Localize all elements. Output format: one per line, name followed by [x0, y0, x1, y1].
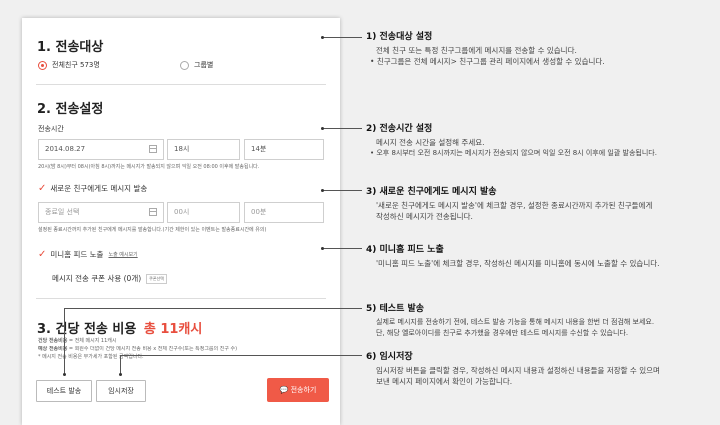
leader-line-3	[322, 190, 362, 191]
checkmark-icon[interactable]: ✓	[38, 183, 46, 194]
section-3-title: 건당 전송 비용	[55, 322, 137, 337]
divider	[36, 298, 326, 299]
new-friends-label: 새로운 친구에게도 메시지 발송	[50, 184, 148, 193]
minihome-checkbox[interactable]: ✓ 미니홈 피드 노출 노출 예시보기	[38, 249, 138, 260]
send-time-help: 20시(밤 8시)부터 08시(아침 8시)까지는 메시지가 발송되지 않으며 …	[38, 164, 260, 170]
minihome-example-link[interactable]: 노출 예시보기	[108, 251, 137, 258]
date-field[interactable]: 2014.08.27	[38, 139, 164, 160]
end-hour-value: 00시	[174, 208, 190, 216]
divider	[36, 84, 326, 85]
leader-dot-5	[63, 373, 66, 376]
note-2-text: 메시지 전송 시간을 설정해 주세요.	[376, 138, 485, 147]
radio-all-friends[interactable]: 전체친구 573명	[38, 60, 100, 70]
end-date-field[interactable]: 종료일 선택	[38, 202, 164, 223]
section-1-heading: 1. 전송대상	[37, 36, 103, 55]
note-3: 3) 새로운 친구에게도 메시지 발송 '새로운 친구에게도 메시지 발송'에 …	[366, 184, 716, 222]
leader-line-4	[322, 248, 362, 249]
note-1-bullet: 친구그룹은 전체 메시지> 친구그룹 관리 페이지에서 생성할 수 있습니다.	[366, 56, 716, 67]
send-button[interactable]: 💬 전송하기	[267, 378, 329, 402]
note-4-text: '미니홈 피드 노출'에 체크할 경우, 작성하신 메시지를 미니홈에 동시에 …	[376, 259, 660, 268]
note-2: 2) 전송시간 설정 메시지 전송 시간을 설정해 주세요. 오후 8시부터 오…	[366, 121, 716, 159]
leader-line-2	[322, 128, 362, 129]
leader-dot-2	[321, 127, 324, 130]
leader-line-6	[120, 355, 362, 356]
note-1: 1) 전송대상 설정 전체 친구 또는 특정 친구그룹에게 메시지를 전송할 수…	[366, 29, 716, 67]
end-hour-select[interactable]: 00시	[167, 202, 240, 223]
leader-dot-6	[119, 373, 122, 376]
cost-per-message: 건당 전송비용 = 전체 메시지 11캐시	[38, 338, 116, 345]
note-5-text-1: 실제로 메시지를 전송하기 전에, 테스트 발송 기능을 통해 메시지 내용을 …	[376, 318, 655, 326]
section-2-heading: 2. 전송설정	[37, 98, 103, 117]
send-button-label: 전송하기	[290, 386, 317, 394]
hour-value: 18시	[174, 145, 190, 153]
radio-by-group[interactable]: 그룹별	[180, 60, 213, 70]
leader-dot-3	[321, 189, 324, 192]
coupon-select-button[interactable]: 쿠폰선택	[146, 273, 167, 284]
section-1-title: 전송대상	[55, 40, 104, 55]
note-5: 5) 테스트 발송 실제로 메시지를 전송하기 전에, 테스트 발송 기능을 통…	[366, 301, 716, 339]
coupon-row: 메시지 전송 쿠폰 사용 (0개) 쿠폰선택	[52, 273, 167, 284]
checkmark-icon[interactable]: ✓	[38, 249, 46, 260]
radio-all-label: 전체친구 573명	[52, 61, 100, 69]
message-settings-panel: 1. 전송대상 전체친구 573명 그룹별 2. 전송설정 전송시간 2014.…	[22, 18, 340, 425]
estimated-cost: 예상 전송비용 = 회원수 더없이 건당 메시지 전송 비용 x 전체 친구수(…	[38, 346, 333, 353]
leader-dot-1	[321, 36, 324, 39]
cost-per-message-value: = 전체 메시지 11캐시	[67, 338, 117, 344]
send-time-label: 전송시간	[38, 125, 64, 133]
note-1-text: 전체 친구 또는 특정 친구그룹에게 메시지를 전송할 수 있습니다.	[376, 46, 577, 55]
coupon-label: 메시지 전송 쿠폰 사용 (0개)	[52, 274, 142, 283]
minihome-label: 미니홈 피드 노출	[50, 250, 104, 259]
end-minute-select[interactable]: 00분	[244, 202, 324, 223]
end-minute-value: 00분	[251, 208, 267, 216]
note-5-title: 5) 테스트 발송	[366, 304, 425, 314]
leader-line-6-vertical	[120, 355, 121, 374]
date-value: 2014.08.27	[45, 145, 86, 153]
end-date-placeholder: 종료일 선택	[45, 208, 80, 216]
cost-per-message-label: 건당 전송비용	[38, 338, 68, 344]
radio-group-icon[interactable]	[180, 60, 189, 70]
estimated-cost-label: 예상 전송비용	[38, 346, 68, 352]
section-3-heading: 3. 건당 전송 비용 총 11캐시	[37, 318, 202, 337]
test-send-button[interactable]: 테스트 발송	[36, 380, 92, 402]
temp-save-button[interactable]: 임시저장	[96, 380, 146, 402]
note-2-bullet: 오후 8시부터 오전 8시까지는 메시지가 전송되지 않으며 익일 오전 8시 …	[366, 148, 716, 159]
note-6-text-1: 임시저장 버튼을 클릭할 경우, 작성하신 메시지 내용과 설정하신 내용들을 …	[376, 366, 660, 375]
note-5-text-2: 단, 해당 옐로아이디를 친구로 추가했을 경우에만 테스트 메시지를 수신할 …	[376, 329, 629, 337]
hour-select[interactable]: 18시	[167, 139, 240, 160]
note-2-title: 2) 전송시간 설정	[366, 124, 433, 134]
note-3-title: 3) 새로운 친구에게도 메시지 발송	[366, 187, 497, 197]
section-2-title: 전송설정	[55, 102, 104, 117]
new-friends-checkbox[interactable]: ✓ 새로운 친구에게도 메시지 발송	[38, 183, 147, 194]
note-4-title: 4) 미니홈 피드 노출	[366, 245, 444, 255]
chat-bubble-icon: 💬	[279, 386, 289, 394]
note-6-text-2: 보낸 메시지 페이지에서 확인이 가능합니다.	[376, 377, 513, 386]
new-friends-help: 설정된 종료시간까지 추가된 친구에게 메시지를 발송합니다.(기간 제한이 있…	[38, 227, 267, 233]
leader-line-5	[64, 308, 362, 309]
calendar-icon[interactable]	[149, 145, 157, 153]
minute-value: 14분	[251, 145, 267, 153]
note-6: 6) 임시저장 임시저장 버튼을 클릭할 경우, 작성하신 메시지 내용과 설정…	[366, 349, 716, 387]
total-cost: 총 11캐시	[143, 322, 203, 337]
note-6-title: 6) 임시저장	[366, 352, 413, 362]
estimated-cost-formula: = 회원수 더없이 건당 메시지 전송 비용 x 전체 친구수(또는 특정그룹의…	[67, 346, 238, 352]
section-2-number: 2.	[37, 102, 51, 117]
radio-group-label: 그룹별	[194, 61, 214, 69]
section-1-number: 1.	[37, 40, 51, 55]
minute-select[interactable]: 14분	[244, 139, 324, 160]
section-3-number: 3.	[37, 322, 51, 337]
note-3-text-1: '새로운 친구에게도 메시지 발송'에 체크할 경우, 설정한 종료시간까지 추…	[376, 201, 653, 210]
note-3-text-2: 작성하신 메시지가 전송됩니다.	[376, 212, 473, 221]
note-4: 4) 미니홈 피드 노출 '미니홈 피드 노출'에 체크할 경우, 작성하신 메…	[366, 242, 716, 269]
radio-all-icon[interactable]	[38, 60, 47, 70]
note-1-title: 1) 전송대상 설정	[366, 32, 433, 42]
leader-line-1	[322, 37, 362, 38]
leader-line-5-vertical	[64, 308, 65, 374]
leader-dot-4	[321, 247, 324, 250]
calendar-icon[interactable]	[149, 208, 157, 216]
